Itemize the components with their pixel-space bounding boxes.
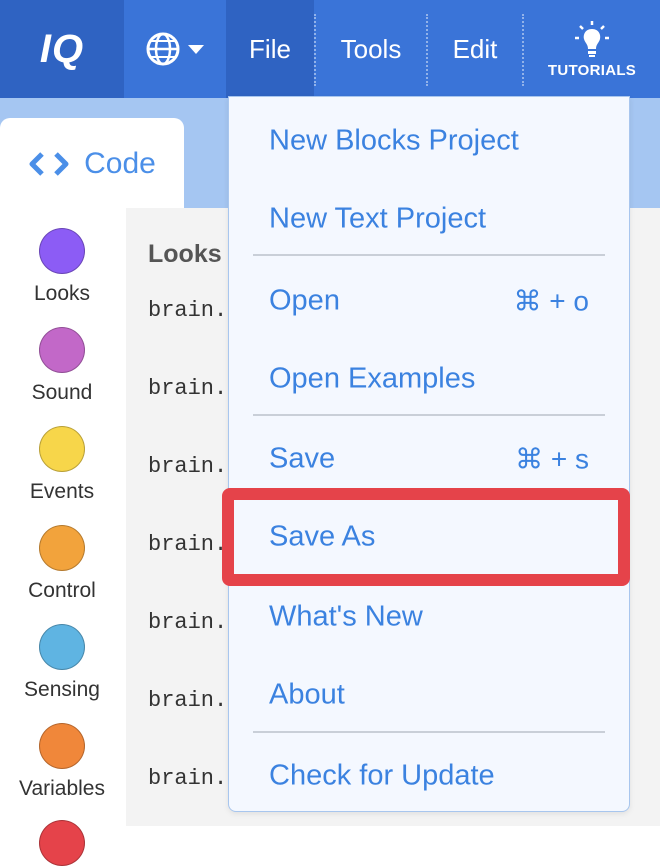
category-label: Control — [28, 579, 96, 602]
category-label: Sensing — [24, 678, 100, 701]
tab-code[interactable]: Code — [0, 118, 184, 210]
lightbulb-icon — [575, 20, 609, 57]
language-menu-button[interactable] — [124, 0, 226, 98]
menu-item-open[interactable]: Open ⌘ + o — [229, 267, 629, 335]
menu-item-new-blocks-project[interactable]: New Blocks Project — [229, 107, 629, 175]
menu-divider — [253, 731, 605, 733]
menu-item-label: What's New — [269, 600, 423, 633]
menu-item-shortcut: ⌘ + o — [513, 285, 589, 317]
file-menu[interactable]: File — [226, 0, 314, 98]
menu-item-check-for-update[interactable]: Check for Update — [229, 742, 629, 810]
menu-item-label: New Blocks Project — [269, 124, 519, 157]
category-color-dot — [39, 228, 85, 274]
menu-item-label: About — [269, 678, 345, 711]
logo-text: IQ — [39, 26, 85, 71]
category-item[interactable]: Sensing — [0, 624, 124, 702]
menu-item-label: Open Examples — [269, 362, 476, 395]
category-color-dot — [39, 624, 85, 670]
iq-logo[interactable]: IQ — [0, 0, 124, 98]
tools-menu-label: Tools — [340, 33, 402, 64]
save-as-highlight-box — [222, 488, 630, 586]
category-color-dot — [39, 723, 85, 769]
category-label: Variables — [19, 777, 105, 800]
menu-item-new-text-project[interactable]: New Text Project — [229, 185, 629, 253]
category-label: Events — [29, 480, 95, 503]
globe-icon — [146, 32, 180, 66]
category-color-dot — [39, 525, 85, 571]
tools-menu[interactable]: Tools — [316, 0, 426, 98]
category-item[interactable]: Control — [0, 525, 124, 603]
edit-menu[interactable]: Edit — [428, 0, 522, 98]
chevron-down-icon — [188, 45, 204, 54]
category-item[interactable]: Variables — [0, 723, 124, 801]
code-brackets-icon — [29, 152, 69, 176]
menu-item-label: Check for Update — [269, 759, 495, 792]
category-color-dot — [39, 327, 85, 373]
menu-item-label: Save — [269, 442, 336, 475]
file-menu-label: File — [249, 33, 291, 64]
menu-item-whats-new[interactable]: What's New — [229, 583, 629, 651]
file-dropdown-menu: New Blocks Project New Text Project Open… — [228, 96, 630, 812]
category-item[interactable] — [0, 820, 124, 866]
tab-code-label: Code — [84, 147, 156, 180]
category-color-dot — [39, 426, 85, 472]
menu-item-label: Open — [269, 284, 340, 317]
category-color-dot — [39, 820, 85, 866]
edit-menu-label: Edit — [452, 33, 498, 64]
category-item[interactable]: Events — [0, 426, 124, 504]
category-item[interactable]: Sound — [0, 327, 124, 405]
menu-divider — [253, 414, 605, 416]
menu-item-open-examples[interactable]: Open Examples — [229, 345, 629, 413]
menu-item-shortcut: ⌘ + s — [515, 443, 589, 475]
category-label: Sound — [31, 381, 93, 404]
top-menu-bar: IQ File Tools Edit TUTORIALS — [0, 0, 660, 98]
category-item[interactable]: Looks — [0, 228, 124, 306]
menu-item-label: New Text Project — [269, 202, 487, 235]
menu-item-save[interactable]: Save ⌘ + s — [229, 425, 629, 493]
category-label: Looks — [33, 282, 91, 305]
menu-divider — [253, 254, 605, 256]
tutorials-label: TUTORIALS — [547, 61, 637, 79]
tutorials-button[interactable]: TUTORIALS — [524, 0, 660, 98]
category-heading: Looks — [148, 240, 222, 268]
menu-item-about[interactable]: About — [229, 661, 629, 729]
